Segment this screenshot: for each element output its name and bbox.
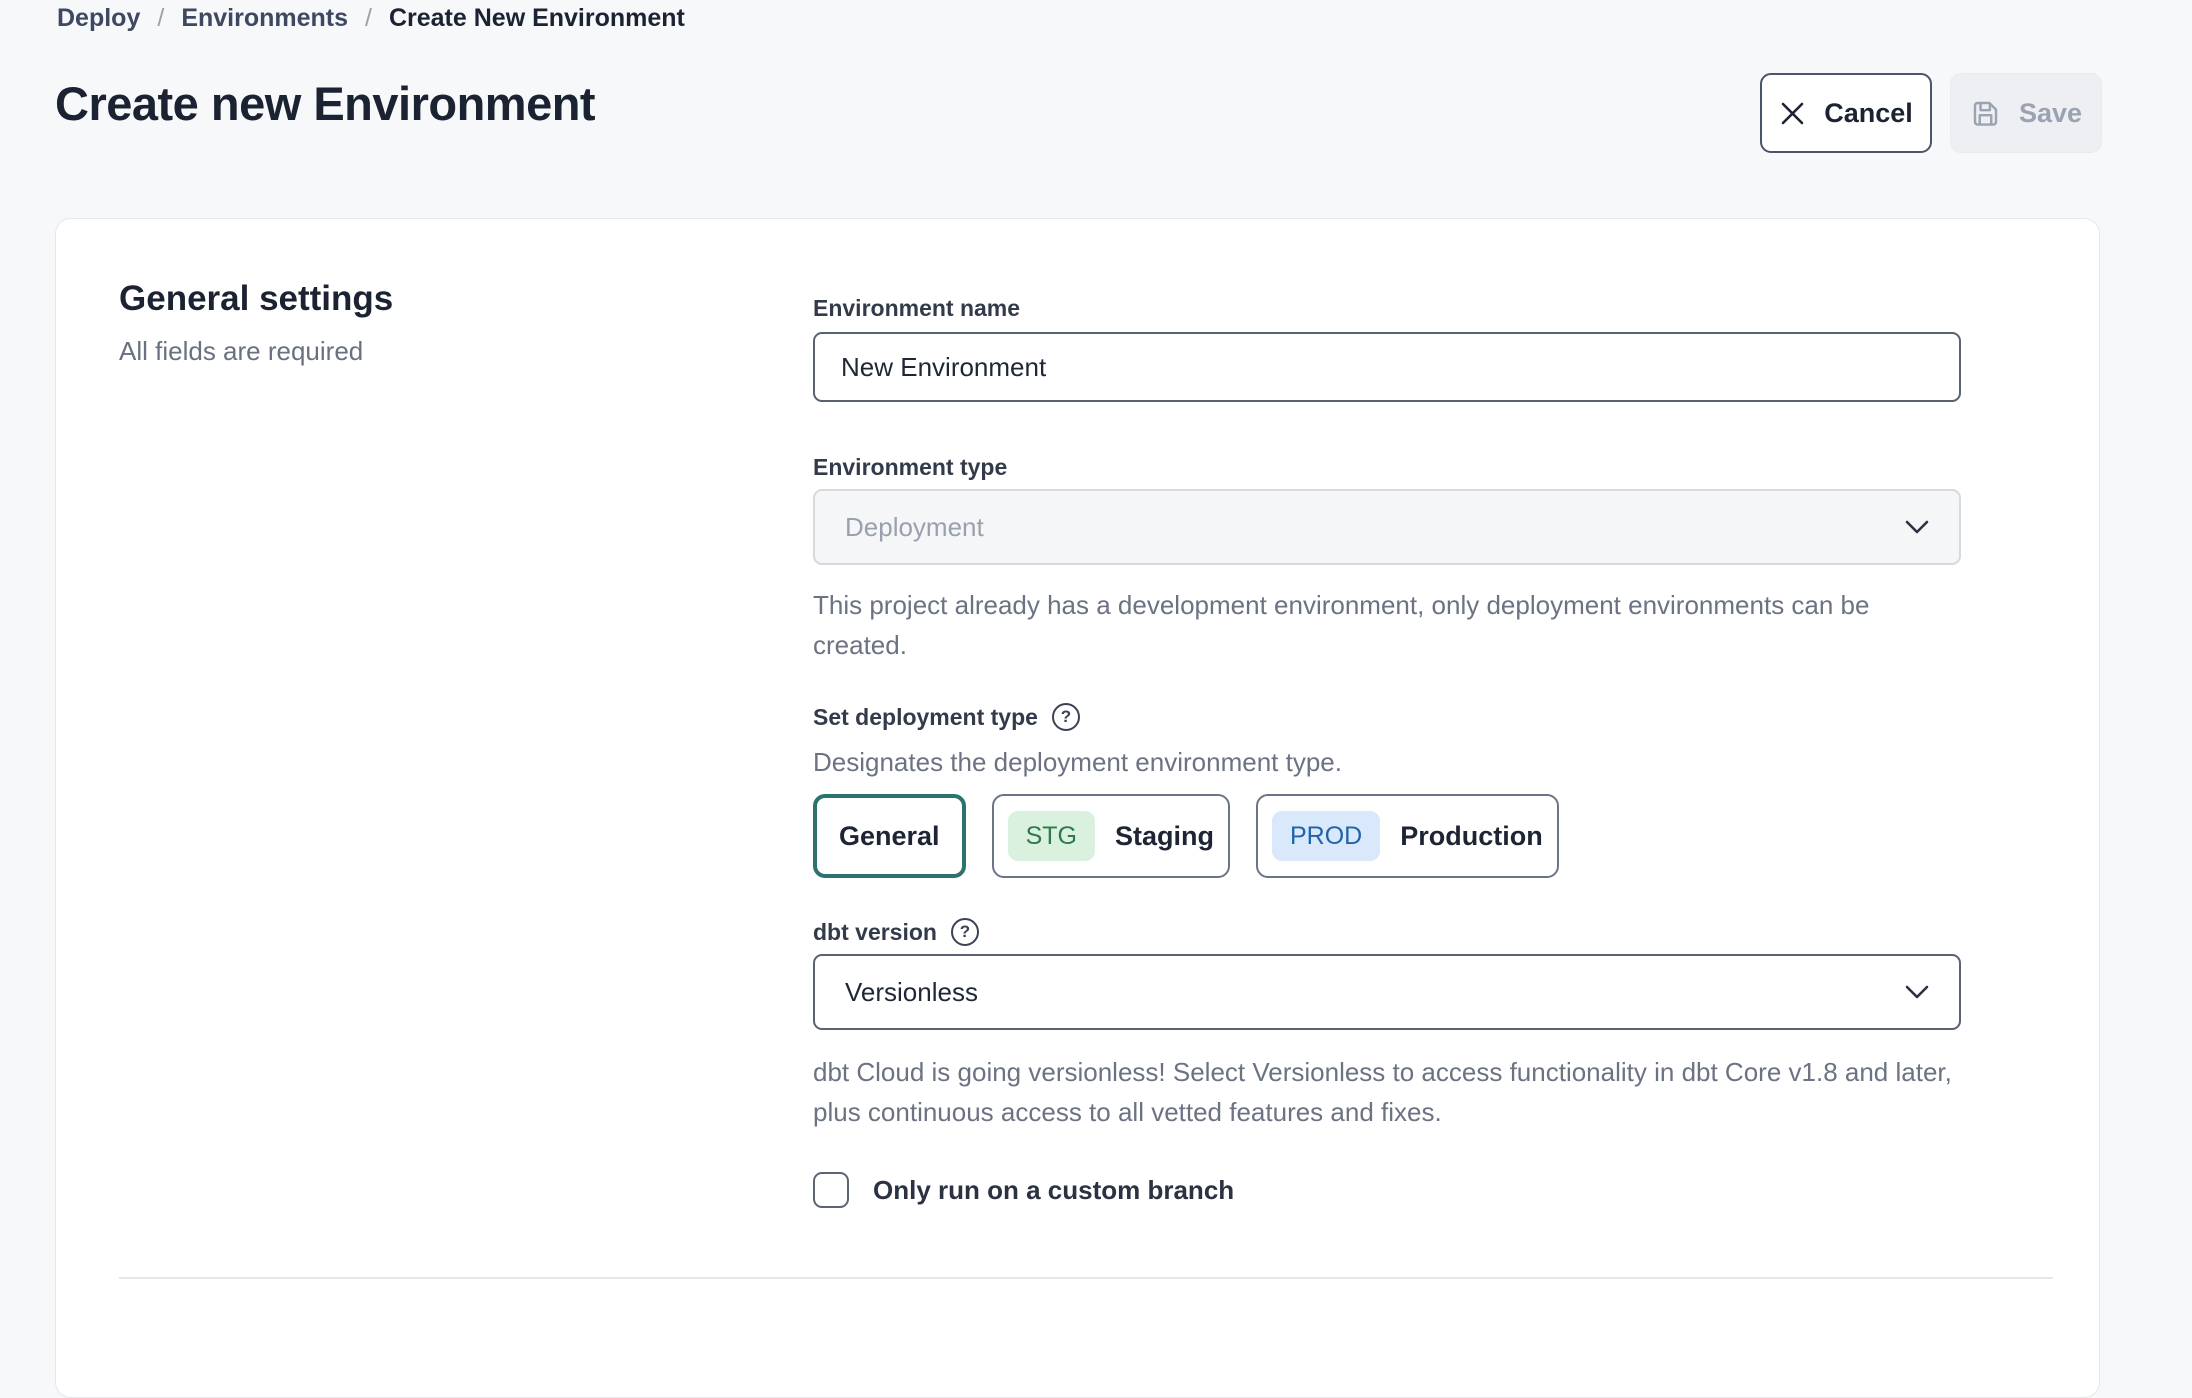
environment-name-input[interactable] [813,332,1961,402]
help-icon[interactable]: ? [1052,703,1080,731]
breadcrumb-separator: / [157,4,164,33]
dbt-version-label: dbt version ? [813,918,1961,946]
cancel-button[interactable]: Cancel [1760,73,1932,153]
deployment-type-general-label: General [839,821,940,852]
deployment-type-description: Designates the deployment environment ty… [813,747,1961,778]
custom-branch-checkbox[interactable] [813,1172,849,1208]
deployment-type-options: General STG Staging PROD Production [813,794,1961,878]
breadcrumb-current: Create New Environment [389,4,685,33]
deployment-type-general-button[interactable]: General [813,794,966,878]
environment-type-help-text: This project already has a development e… [813,585,1961,665]
help-icon[interactable]: ? [951,918,979,946]
deployment-type-staging-label: Staging [1115,821,1214,852]
save-icon [1970,98,2001,129]
dbt-version-select[interactable]: Versionless [813,954,1961,1030]
section-divider [119,1277,2053,1279]
breadcrumb-separator: / [365,4,372,33]
dbt-version-value: Versionless [845,977,978,1008]
close-icon [1779,100,1806,127]
custom-branch-row: Only run on a custom branch [813,1172,1961,1208]
chevron-down-icon [1905,985,1929,1000]
custom-branch-label: Only run on a custom branch [873,1175,1234,1206]
page-title: Create new Environment [55,76,595,131]
environment-name-label: Environment name [813,295,1961,322]
dbt-version-help-text: dbt Cloud is going versionless! Select V… [813,1052,1961,1132]
save-button-label: Save [2019,98,2082,129]
deployment-type-label-text: Set deployment type [813,704,1038,731]
deployment-type-staging-button[interactable]: STG Staging [992,794,1230,878]
environment-form: Environment name Environment type Deploy… [813,295,1961,1208]
section-subtitle: All fields are required [119,336,393,367]
section-title: General settings [119,279,393,319]
production-badge: PROD [1272,811,1380,861]
section-head: General settings All fields are required [119,279,393,367]
breadcrumb-environments[interactable]: Environments [181,4,348,33]
environment-type-label: Environment type [813,454,1961,481]
breadcrumb: Deploy / Environments / Create New Envir… [57,4,685,33]
deployment-type-production-button[interactable]: PROD Production [1256,794,1559,878]
general-settings-card: General settings All fields are required… [55,218,2100,1398]
staging-badge: STG [1008,811,1095,861]
deployment-type-production-label: Production [1400,821,1543,852]
chevron-down-icon [1905,520,1929,535]
create-environment-page: Deploy / Environments / Create New Envir… [0,0,2192,1312]
save-button[interactable]: Save [1950,73,2102,153]
dbt-version-label-text: dbt version [813,919,937,946]
deployment-type-label: Set deployment type ? [813,703,1961,731]
breadcrumb-deploy[interactable]: Deploy [57,4,140,33]
environment-type-value: Deployment [845,512,984,543]
cancel-button-label: Cancel [1824,98,1913,129]
environment-type-select[interactable]: Deployment [813,489,1961,565]
